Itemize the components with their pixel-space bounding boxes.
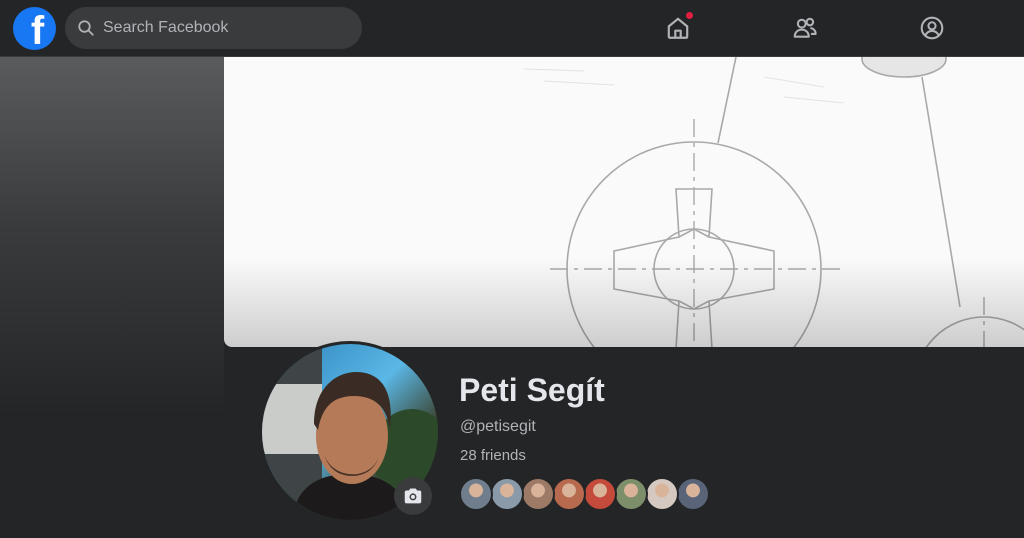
friend-avatar[interactable] bbox=[583, 477, 617, 511]
cover-shade bbox=[224, 257, 1024, 347]
friend-avatar[interactable] bbox=[490, 477, 524, 511]
search-bar[interactable]: Search Facebook bbox=[65, 7, 362, 49]
cover-photo[interactable] bbox=[224, 57, 1024, 347]
friends-icon bbox=[793, 17, 817, 38]
friend-avatars-row bbox=[459, 477, 710, 511]
profile-handle: @petisegit bbox=[460, 418, 536, 435]
change-profile-photo-button[interactable] bbox=[394, 477, 432, 515]
friends-count-link[interactable]: 28 friends bbox=[460, 447, 526, 464]
top-navigation-bar: f Search Facebook bbox=[0, 0, 1024, 57]
friend-avatar[interactable] bbox=[459, 477, 493, 511]
friend-avatar[interactable] bbox=[521, 477, 555, 511]
nav-account-button[interactable] bbox=[916, 12, 948, 44]
facebook-logo-letter: f bbox=[30, 9, 45, 50]
profile-name: Peti Segít bbox=[459, 372, 605, 408]
friend-avatar[interactable] bbox=[614, 477, 648, 511]
camera-icon bbox=[404, 488, 422, 504]
left-backdrop bbox=[0, 57, 224, 538]
friend-avatar[interactable] bbox=[645, 477, 679, 511]
friend-avatar[interactable] bbox=[552, 477, 586, 511]
account-icon bbox=[920, 16, 944, 40]
search-input[interactable]: Search Facebook bbox=[103, 19, 228, 37]
notification-dot bbox=[685, 11, 694, 20]
nav-friends-button[interactable] bbox=[789, 12, 821, 44]
friend-avatar[interactable] bbox=[676, 477, 710, 511]
search-icon bbox=[78, 20, 94, 36]
facebook-logo[interactable]: f bbox=[13, 7, 56, 50]
